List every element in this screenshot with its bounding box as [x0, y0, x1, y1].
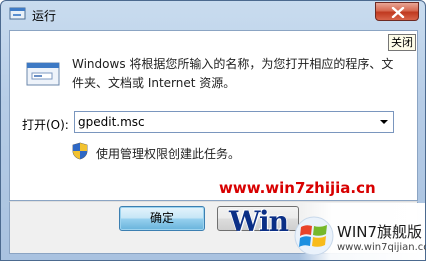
watermark-logo-text: Win — [229, 205, 289, 238]
watermark-badge-url: www.win7qijian.com — [337, 242, 426, 253]
close-button[interactable] — [375, 2, 419, 21]
ok-button[interactable]: 确定 — [119, 206, 205, 231]
run-dialog-app-icon — [9, 7, 26, 20]
watermark-badge-title: WIN7旗舰版 — [337, 223, 423, 241]
open-label: 打开(O): — [22, 118, 69, 132]
open-input-value[interactable]: gpedit.msc — [78, 115, 145, 129]
uac-shield-icon — [72, 142, 88, 160]
close-tooltip: 关闭 — [388, 34, 416, 51]
open-combobox[interactable]: gpedit.msc — [74, 111, 394, 133]
close-icon — [391, 7, 405, 18]
windows-flag-icon — [294, 216, 334, 256]
title-bar[interactable]: 运行 — [1, 1, 425, 29]
run-dialog-window: 运行 关闭 Windows 将根据您所输入的名称，为您打开相应的程序、文件夹、文… — [0, 0, 426, 261]
dropdown-arrow-icon[interactable] — [380, 120, 388, 124]
window-title: 运行 — [32, 9, 57, 23]
watermark-url: www.win7zhijia.cn — [219, 179, 376, 197]
description-text: Windows 将根据您所输入的名称，为您打开相应的程序、文件夹、文档或 Int… — [72, 57, 394, 90]
admin-note: 使用管理权限创建此任务。 — [96, 147, 241, 161]
dialog-content: 关闭 Windows 将根据您所输入的名称，为您打开相应的程序、文件夹、文档或 … — [9, 30, 418, 201]
run-icon — [26, 62, 60, 86]
